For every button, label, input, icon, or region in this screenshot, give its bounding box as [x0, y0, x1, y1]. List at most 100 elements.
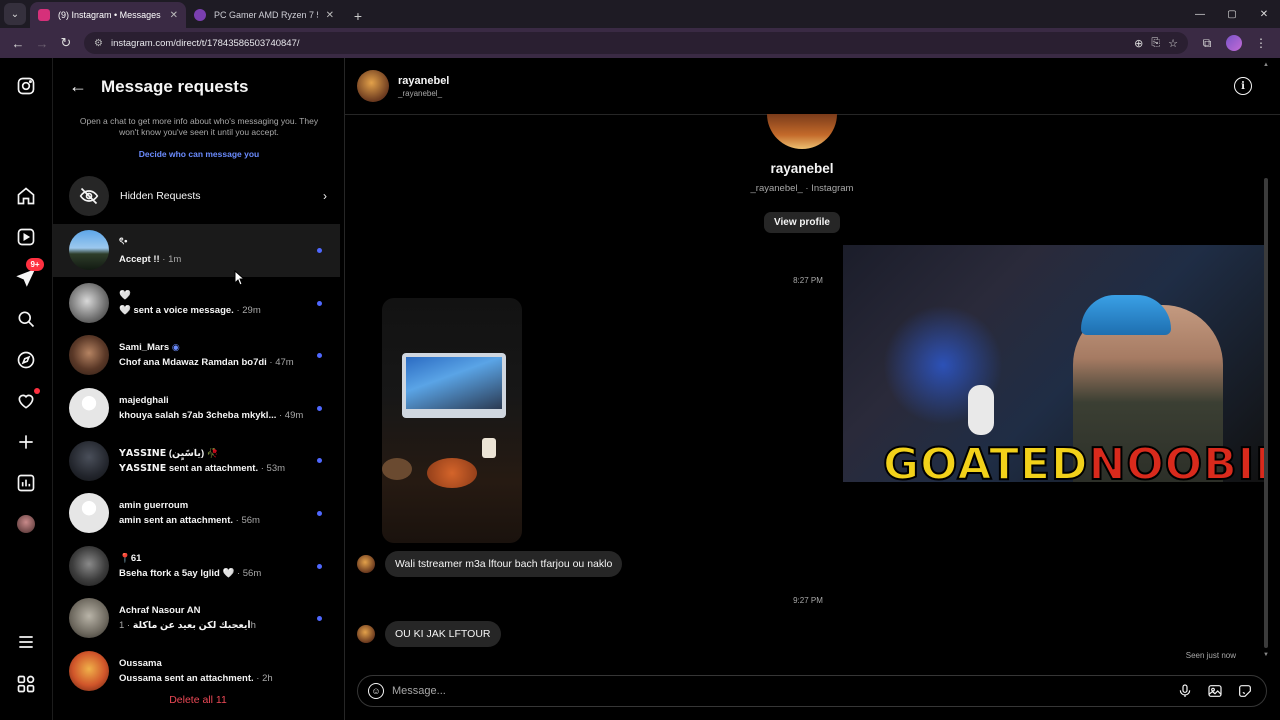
- sender-name: 𝗬𝗔𝗦𝗦𝗜𝗡𝗘 (يآسًيٍن) 🥀: [119, 447, 219, 459]
- message-time: · 2h: [253, 673, 273, 685]
- list-item[interactable]: Achraf Nasour AN أيعجبك لكن بعيد عن ماكل…: [53, 592, 340, 645]
- bookmark-star-icon[interactable]: ☆: [1168, 37, 1178, 50]
- chevron-right-icon: ›: [323, 189, 327, 203]
- message-preview: khouya salah s7ab 3cheba mkykl... · 49m: [119, 410, 304, 422]
- message-input[interactable]: [392, 685, 1166, 697]
- stream-video-thumbnail[interactable]: GOATEDNOOBIE: [843, 245, 1265, 482]
- page-title: Message requests: [101, 76, 249, 96]
- sender-name: 📍61: [119, 552, 142, 564]
- profile-name: rayanebel: [770, 161, 834, 176]
- requests-list: ৎ• Accept !! · 1m 🤍 🤍 sent a voice messa…: [53, 224, 340, 697]
- message-requests-panel: ← Message requests Open a chat to get mo…: [53, 58, 392, 720]
- panel-header: ← Message requests: [69, 76, 248, 97]
- tab-close-icon[interactable]: ✕: [326, 10, 334, 21]
- microphone-image: [968, 385, 994, 435]
- site-info-icon[interactable]: ⚙: [94, 38, 103, 49]
- back-arrow-icon[interactable]: ←: [69, 76, 87, 97]
- home-icon[interactable]: [14, 184, 38, 208]
- list-item[interactable]: Oussama Oussama sent an attachment. · 2h: [53, 645, 340, 698]
- message-time: · 47m: [266, 357, 294, 369]
- reels-icon[interactable]: [14, 225, 38, 249]
- list-item[interactable]: ৎ• Accept !! · 1m: [53, 224, 340, 277]
- sender-name: 🤍: [119, 289, 131, 301]
- unread-dot: [317, 300, 322, 306]
- message-bubble[interactable]: OU KI JAK LFTOUR: [385, 621, 501, 647]
- conversation-name[interactable]: rayanebel: [398, 75, 449, 87]
- message-bubble[interactable]: Wali tstreamer m3a lftour bach tfarjou o…: [385, 551, 623, 577]
- tab-instagram[interactable]: (9) Instagram • Messages ✕: [30, 2, 186, 28]
- create-plus-icon[interactable]: [14, 430, 38, 454]
- avatar: [69, 230, 109, 271]
- address-bar[interactable]: ⚙ instagram.com/direct/t/178435865037408…: [84, 32, 1188, 54]
- messages-icon[interactable]: 9+: [14, 258, 44, 290]
- avatar: [69, 388, 109, 429]
- message-preview: أيعجبك لكن بعيد عن ماكلة · 1h: [119, 620, 256, 632]
- list-item[interactable]: Sami_Mars ◉ Chof ana Mdawaz Ramdan bo7di…: [53, 329, 340, 382]
- view-profile-button[interactable]: View profile: [764, 212, 840, 233]
- avatar: [357, 625, 375, 643]
- notification-badge: 9+: [26, 258, 44, 271]
- browser-profile-avatar[interactable]: [1226, 35, 1242, 51]
- message-preview: 𝗬𝗔𝗦𝗦𝗜𝗡𝗘 sent an attachment. · 53m: [119, 462, 286, 474]
- tab-title: PC Gamer AMD Ryzen 7 5700X: [214, 10, 318, 20]
- message-time: · 53m: [258, 462, 286, 474]
- instagram-favicon-icon: [38, 9, 50, 21]
- emoji-icon[interactable]: ☺: [368, 683, 384, 699]
- browser-toolbar: ← → ↻ ⚙ instagram.com/direct/t/178435865…: [0, 28, 1280, 58]
- list-item[interactable]: 📍61 Bseha ftork a 5ay lglid 🤍 · 56m: [53, 540, 340, 593]
- dashboard-icon[interactable]: [14, 471, 38, 495]
- tab-pc-gamer[interactable]: PC Gamer AMD Ryzen 7 5700X ✕: [186, 2, 342, 28]
- extensions-icon[interactable]: ⧉: [1194, 31, 1220, 55]
- message-time: · 56m: [234, 567, 262, 579]
- message-preview: Accept !! · 1m: [119, 254, 182, 266]
- install-app-icon[interactable]: ⎘: [1151, 37, 1160, 50]
- maximize-button[interactable]: ▢: [1216, 0, 1248, 28]
- timestamp: 9:27 PM: [793, 596, 823, 605]
- tab-close-icon[interactable]: ✕: [170, 10, 178, 21]
- message-time: · 56m: [233, 515, 260, 527]
- hidden-requests-label: Hidden Requests: [120, 190, 201, 202]
- list-item[interactable]: amin guerroum amin sent an attachment. ·…: [53, 487, 340, 540]
- stream-logo: GOATEDNOOBIE: [882, 439, 1265, 483]
- reload-button[interactable]: ↻: [54, 31, 78, 55]
- message-row: Wali tstreamer m3a lftour bach tfarjou o…: [357, 551, 623, 577]
- message-preview: Chof ana Mdawaz Ramdan bo7di · 47m: [119, 357, 294, 369]
- profile-picture: [767, 114, 837, 149]
- sticker-icon[interactable]: [1234, 680, 1256, 702]
- forward-button[interactable]: →: [30, 31, 54, 55]
- verified-badge-icon: ◉: [171, 342, 180, 353]
- avatar[interactable]: [357, 70, 389, 102]
- list-item[interactable]: 🤍 🤍 sent a voice message. · 29m: [53, 277, 340, 330]
- scroll-up-arrow-icon[interactable]: ▲: [1263, 62, 1269, 68]
- image-icon[interactable]: [1204, 680, 1226, 702]
- back-button[interactable]: ←: [6, 31, 30, 55]
- more-menu-icon[interactable]: [14, 630, 38, 654]
- message-row: OU KI JAK LFTOUR: [357, 621, 501, 647]
- zoom-icon[interactable]: ⊕: [1134, 37, 1143, 50]
- minimize-button[interactable]: —: [1184, 0, 1216, 28]
- conversation-scrollbar[interactable]: [1264, 178, 1268, 648]
- instagram-logo-icon[interactable]: [14, 74, 38, 98]
- explore-icon[interactable]: [14, 348, 38, 372]
- browser-menu-icon[interactable]: ⋮: [1248, 31, 1274, 55]
- also-from-meta-icon[interactable]: [14, 672, 38, 696]
- list-item[interactable]: majedghali khouya salah s7ab 3cheba mkyk…: [53, 382, 340, 435]
- decide-who-link[interactable]: Decide who can message you: [69, 149, 329, 159]
- tab-search-button[interactable]: ⌄: [4, 3, 26, 25]
- list-item[interactable]: 𝗬𝗔𝗦𝗦𝗜𝗡𝗘 (يآسًيٍن) 🥀 𝗬𝗔𝗦𝗦𝗜𝗡𝗘 sent an atta…: [53, 434, 340, 487]
- conversation-pane: rayanebel _rayanebel_ i rayanebel _rayan…: [345, 58, 1280, 720]
- info-icon[interactable]: i: [1234, 77, 1252, 95]
- notification-dot: [34, 388, 40, 394]
- avatar: [69, 440, 109, 481]
- search-icon[interactable]: [14, 307, 38, 331]
- scroll-down-arrow-icon[interactable]: ▼: [1263, 652, 1269, 658]
- shared-media-card[interactable]: [382, 298, 522, 543]
- new-tab-button[interactable]: +: [346, 4, 370, 28]
- url-text: instagram.com/direct/t/17843586503740847…: [110, 37, 300, 49]
- hidden-requests-row[interactable]: Hidden Requests ›: [53, 176, 343, 216]
- profile-avatar[interactable]: [14, 512, 38, 536]
- close-window-button[interactable]: ✕: [1248, 0, 1280, 28]
- microphone-icon[interactable]: [1174, 680, 1196, 702]
- delete-all-button[interactable]: Delete all 11: [53, 694, 343, 706]
- notifications-heart-icon[interactable]: [14, 388, 40, 413]
